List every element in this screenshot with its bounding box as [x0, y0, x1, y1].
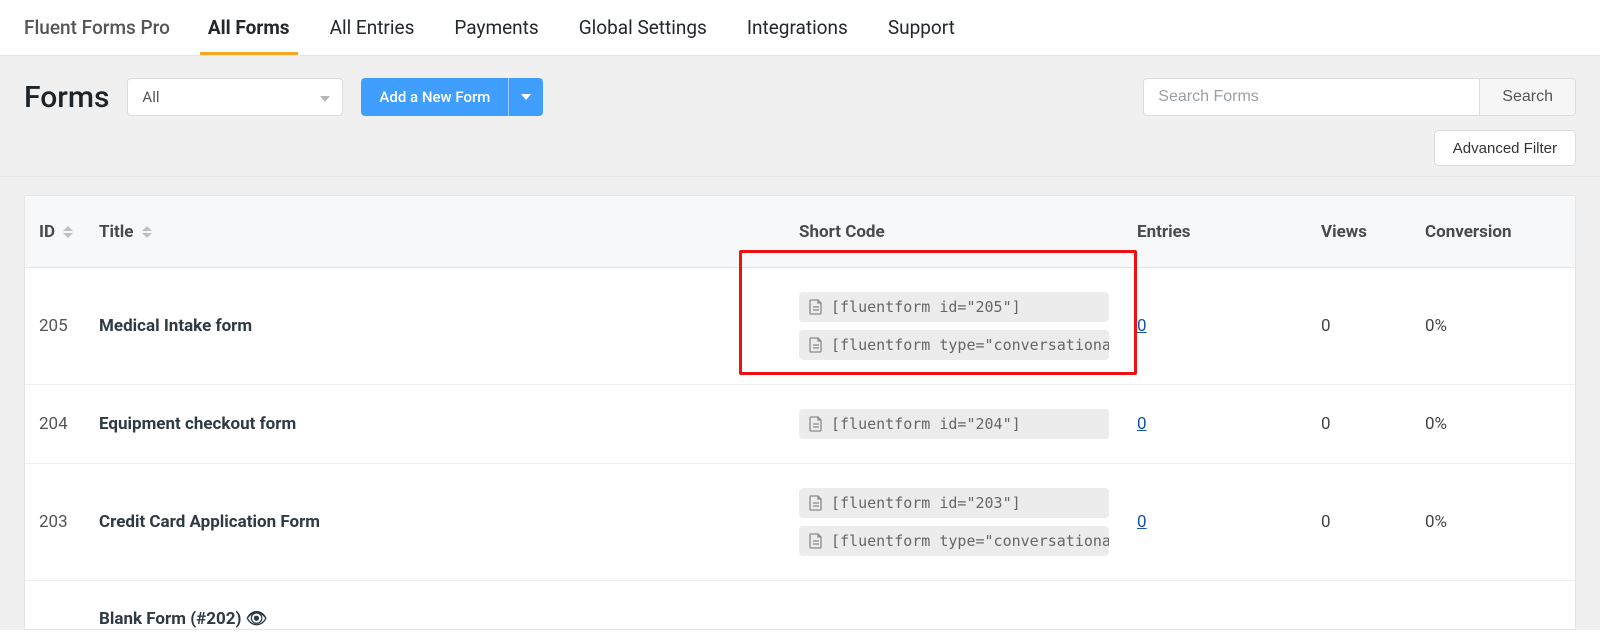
forms-table-wrap: ID Title Short Code Entries Views Conver… [0, 177, 1600, 630]
cell-conversion: 0% [1425, 512, 1575, 532]
shortcode-chip[interactable]: [fluentform id="203"] [799, 488, 1109, 518]
entries-link[interactable]: 0 [1137, 512, 1147, 532]
cell-views: 0 [1321, 414, 1425, 434]
form-title-link[interactable]: Blank Form (#202) 👁 [99, 609, 267, 629]
col-header-title[interactable]: Title [99, 222, 799, 242]
chevron-down-icon [320, 88, 330, 106]
top-nav: Fluent Forms Pro All Forms All Entries Pay… [0, 0, 1600, 56]
cell-views: 0 [1321, 512, 1425, 532]
col-header-entries: Entries [1137, 222, 1321, 242]
cell-conversion: 0% [1425, 316, 1575, 336]
shortcode-chip[interactable]: [fluentform type="conversational" [799, 330, 1109, 360]
shortcode-text: [fluentform type="conversational" [831, 532, 1109, 550]
table-row: Blank Form (#202) 👁 [25, 581, 1575, 629]
cell-shortcode: [fluentform id="205"] [fluentform type="c… [799, 292, 1137, 360]
cell-entries: 0 [1137, 316, 1321, 336]
col-header-views: Views [1321, 222, 1425, 242]
shortcode-chip[interactable]: [fluentform id="205"] [799, 292, 1109, 322]
table-header: ID Title Short Code Entries Views Conver… [25, 196, 1575, 268]
sort-icon [63, 226, 73, 238]
search-button[interactable]: Search [1479, 78, 1576, 116]
advanced-filter-button[interactable]: Advanced Filter [1434, 130, 1576, 166]
add-new-form-dropdown[interactable] [508, 78, 543, 116]
page-toolbar: Forms All Add a New Form Search Advanced… [0, 56, 1600, 177]
shortcode-chip[interactable]: [fluentform id="204"] [799, 409, 1109, 439]
cell-id: 204 [25, 414, 99, 434]
cell-views: 0 [1321, 316, 1425, 336]
cell-id: 203 [25, 512, 99, 532]
form-title-link[interactable]: Credit Card Application Form [99, 512, 320, 532]
search-input[interactable] [1143, 78, 1479, 116]
add-new-form-label: Add a New Form [361, 88, 508, 106]
cell-shortcode: [fluentform id="203"] [fluentform type="c… [799, 488, 1137, 556]
entries-link[interactable]: 0 [1137, 316, 1147, 336]
table-row: 203Credit Card Application Form [fluentfo… [25, 464, 1575, 581]
cell-title: Credit Card Application Form [99, 512, 799, 532]
table-row: 204Equipment checkout form [fluentform id… [25, 385, 1575, 464]
nav-tab-integrations[interactable]: Integrations [745, 2, 850, 53]
forms-table: ID Title Short Code Entries Views Conver… [24, 195, 1576, 630]
cell-title: Blank Form (#202) 👁 [99, 609, 799, 629]
cell-shortcode: [fluentform id="204"] [799, 409, 1137, 439]
shortcode-text: [fluentform id="204"] [831, 415, 1021, 433]
page-title: Forms [24, 80, 109, 115]
form-title-link[interactable]: Medical Intake form [99, 316, 252, 336]
nav-tab-global-settings[interactable]: Global Settings [577, 2, 709, 53]
cell-conversion: 0% [1425, 414, 1575, 434]
col-header-conversion: Conversion [1425, 222, 1575, 242]
form-title-link[interactable]: Equipment checkout form [99, 414, 296, 434]
shortcode-text: [fluentform id="205"] [831, 298, 1021, 316]
col-header-id[interactable]: ID [25, 222, 99, 242]
cell-entries: 0 [1137, 414, 1321, 434]
brand-title: Fluent Forms Pro [24, 16, 170, 39]
shortcode-text: [fluentform id="203"] [831, 494, 1021, 512]
col-header-shortcode: Short Code [799, 222, 1137, 242]
nav-tab-all-entries[interactable]: All Entries [328, 2, 417, 53]
shortcode-chip[interactable]: [fluentform type="conversational" [799, 526, 1109, 556]
cell-title: Equipment checkout form [99, 414, 799, 434]
chevron-down-icon [521, 94, 531, 100]
nav-tab-support[interactable]: Support [886, 2, 957, 53]
nav-tab-all-forms[interactable]: All Forms [206, 2, 292, 53]
cell-title: Medical Intake form [99, 316, 799, 336]
sort-icon [142, 226, 152, 238]
nav-tab-payments[interactable]: Payments [452, 2, 540, 53]
add-new-form-button[interactable]: Add a New Form [361, 78, 543, 116]
shortcode-text: [fluentform type="conversational" [831, 336, 1109, 354]
filter-select[interactable]: All [127, 78, 343, 116]
table-row: 205Medical Intake form [fluentform id="20… [25, 268, 1575, 385]
filter-select-value: All [142, 88, 159, 106]
cell-entries: 0 [1137, 512, 1321, 532]
entries-link[interactable]: 0 [1137, 414, 1147, 434]
cell-id: 205 [25, 316, 99, 336]
